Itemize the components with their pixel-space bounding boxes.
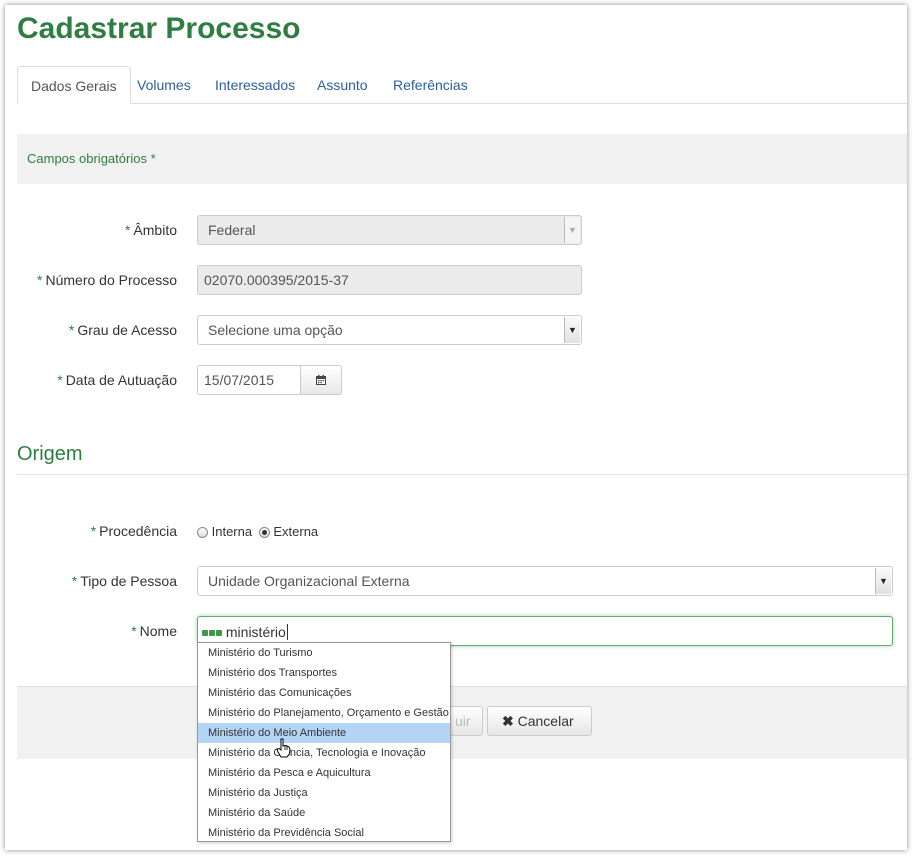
text-caret: [286, 624, 288, 640]
hand-cursor-icon: [276, 738, 291, 758]
radio-interna[interactable]: [197, 527, 208, 538]
tab-interessados[interactable]: Interessados: [202, 66, 308, 103]
autocomplete-option[interactable]: Ministério das Comunicações: [198, 683, 450, 703]
page-title: Cadastrar Processo: [17, 12, 301, 45]
required-fields-notice: Campos obrigatórios *: [17, 134, 907, 184]
ambito-value: Federal: [208, 222, 256, 238]
autocomplete-option[interactable]: Ministério da Saúde: [198, 803, 450, 823]
tab-assunto[interactable]: Assunto: [304, 66, 381, 103]
numero-processo-field: 02070.000395/2015-37: [197, 265, 582, 295]
autocomplete-option[interactable]: Ministério do Planejamento, Orçamento e …: [198, 703, 450, 723]
autocomplete-option-highlighted[interactable]: Ministério do Meio Ambiente: [198, 723, 450, 743]
calendar-icon: [316, 375, 326, 385]
tab-referencias[interactable]: Referências: [380, 66, 481, 103]
tipo-pessoa-select[interactable]: Unidade Organizacional Externa ▼: [197, 566, 893, 596]
ambito-label: * Âmbito: [124, 222, 177, 238]
autocomplete-option[interactable]: Ministério da Previdência Social: [198, 823, 450, 843]
tab-dados-gerais[interactable]: Dados Gerais: [17, 66, 131, 104]
autocomplete-option[interactable]: Ministério dos Transportes: [198, 663, 450, 683]
radio-interna-label[interactable]: Interna: [212, 524, 252, 539]
tab-bar: Dados Gerais Volumes Interessados Assunt…: [17, 66, 907, 104]
grau-value: Selecione uma opção: [208, 322, 343, 338]
procedencia-group: Interna Externa: [197, 524, 318, 539]
numero-label: * Número do Processo: [37, 272, 177, 288]
required-asterisk: *: [150, 151, 156, 166]
cancel-button[interactable]: ✖ Cancelar: [487, 706, 592, 736]
autocomplete-option[interactable]: Ministério da Pesca e Aquicultura: [198, 763, 450, 783]
radio-externa[interactable]: [258, 527, 270, 538]
radio-externa-label[interactable]: Externa: [273, 524, 318, 539]
procedencia-label: * Procedência: [90, 523, 177, 539]
nome-label: * Nome: [131, 623, 177, 639]
tab-volumes[interactable]: Volumes: [124, 66, 204, 103]
autocomplete-option[interactable]: Ministério do Turismo: [198, 643, 450, 663]
nome-value: ministério: [225, 624, 286, 640]
autocomplete-dropdown: Ministério do Turismo Ministério dos Tra…: [197, 642, 451, 842]
tipo-pessoa-value: Unidade Organizacional Externa: [208, 573, 410, 589]
loading-icon: [202, 617, 222, 645]
chevron-down-icon: ▼: [564, 217, 580, 243]
section-divider: [17, 474, 907, 475]
autocomplete-option[interactable]: Ministério da Ciência, Tecnologia e Inov…: [198, 743, 450, 763]
close-icon: ✖: [502, 713, 514, 729]
tipo-pessoa-label: * Tipo de Pessoa: [71, 573, 177, 589]
ambito-select[interactable]: Federal ▼: [197, 215, 582, 245]
autocomplete-option[interactable]: Ministério da Justiça: [198, 783, 450, 803]
chevron-down-icon: ▼: [875, 568, 891, 594]
chevron-down-icon: ▼: [564, 317, 580, 343]
grau-acesso-select[interactable]: Selecione uma opção ▼: [197, 315, 582, 345]
origem-section-title: Origem: [17, 443, 83, 465]
grau-label: * Grau de Acesso: [68, 322, 177, 338]
data-label: * Data de Autuação: [57, 372, 177, 388]
data-autuacao-input[interactable]: 15/07/2015: [197, 365, 301, 395]
page-frame: Cadastrar Processo Dados Gerais Volumes …: [5, 5, 907, 850]
calendar-button[interactable]: [300, 365, 342, 395]
required-fields-text: Campos obrigatórios: [27, 151, 147, 166]
